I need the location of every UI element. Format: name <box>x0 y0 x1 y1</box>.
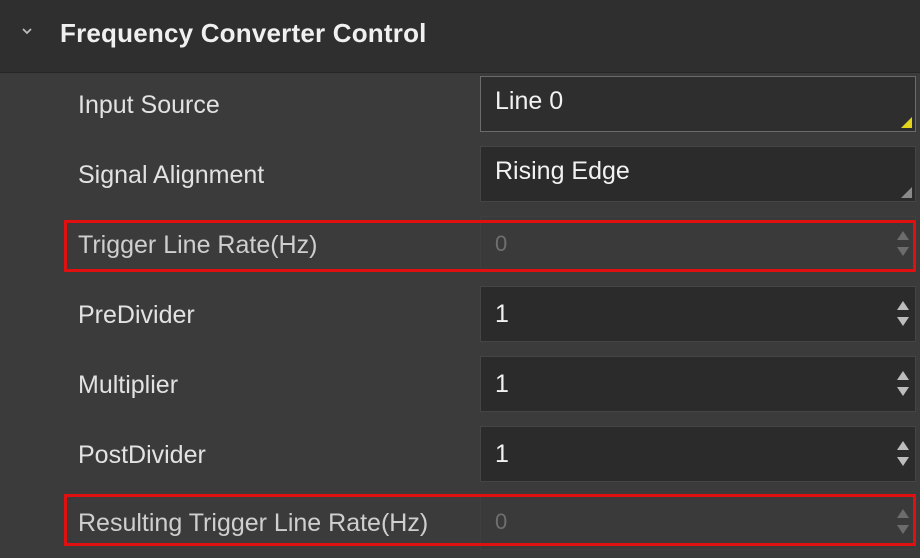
multiplier-value: 1 <box>495 370 509 398</box>
row-multiplier: Multiplier 1 <box>0 350 920 420</box>
predivider-value: 1 <box>495 300 509 328</box>
spin-down-icon[interactable] <box>897 317 909 326</box>
predivider-input[interactable]: 1 <box>480 286 916 342</box>
spin-down-icon[interactable] <box>897 457 909 466</box>
postdivider-value: 1 <box>495 440 509 468</box>
section-header[interactable]: Frequency Converter Control <box>0 0 920 73</box>
input-source-value: Line 0 <box>495 87 564 115</box>
signal-alignment-select[interactable]: Rising Edge <box>480 146 916 202</box>
signal-alignment-label: Signal Alignment <box>78 161 265 189</box>
highlight-resulting-trigger-line-rate <box>64 494 916 546</box>
multiplier-spinner[interactable] <box>895 357 911 411</box>
frequency-converter-panel: Frequency Converter Control Input Source… <box>0 0 920 550</box>
multiplier-label: Multiplier <box>78 371 179 399</box>
spin-up-icon[interactable] <box>897 371 909 380</box>
signal-alignment-value: Rising Edge <box>495 157 630 185</box>
spin-up-icon[interactable] <box>897 441 909 450</box>
row-postdivider: PostDivider 1 <box>0 420 920 490</box>
row-predivider: PreDivider 1 <box>0 280 920 350</box>
dropdown-corner-icon[interactable] <box>901 187 912 198</box>
postdivider-input[interactable]: 1 <box>480 426 916 482</box>
postdivider-spinner[interactable] <box>895 427 911 481</box>
predivider-label: PreDivider <box>78 301 195 329</box>
spin-down-icon[interactable] <box>897 387 909 396</box>
row-input-source: Input Source Line 0 <box>0 70 920 140</box>
highlight-trigger-line-rate <box>64 220 916 272</box>
predivider-spinner[interactable] <box>895 287 911 341</box>
row-signal-alignment: Signal Alignment Rising Edge <box>0 140 920 210</box>
input-source-select[interactable]: Line 0 <box>480 76 916 132</box>
dropdown-corner-icon[interactable] <box>901 117 912 128</box>
spin-up-icon[interactable] <box>897 301 909 310</box>
section-title: Frequency Converter Control <box>60 18 427 48</box>
input-source-label: Input Source <box>78 91 220 119</box>
multiplier-input[interactable]: 1 <box>480 356 916 412</box>
chevron-down-icon[interactable] <box>22 26 32 36</box>
postdivider-label: PostDivider <box>78 441 206 469</box>
